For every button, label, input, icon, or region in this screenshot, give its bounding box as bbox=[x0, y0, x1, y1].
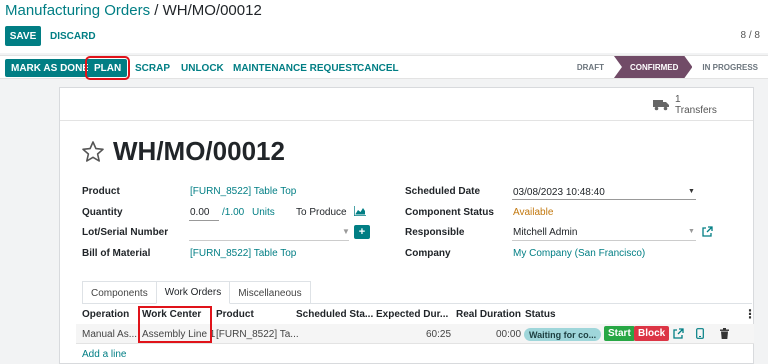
breadcrumb-separator: / bbox=[150, 2, 163, 19]
start-button[interactable]: Start bbox=[604, 326, 635, 341]
scheduled-date-label: Scheduled Date bbox=[405, 186, 481, 197]
lot-input[interactable] bbox=[189, 240, 349, 241]
stage-confirmed[interactable]: CONFIRMED bbox=[614, 56, 692, 78]
bom-value[interactable]: [FURN_8522] Table Top bbox=[190, 248, 296, 259]
lot-label: Lot/Serial Number bbox=[82, 227, 169, 238]
dropdown-caret-icon[interactable]: ▼ bbox=[342, 227, 350, 236]
col-scheduled-start[interactable]: Scheduled Sta... bbox=[296, 309, 373, 320]
quantity-underline bbox=[189, 220, 219, 221]
dropdown-caret-icon[interactable]: ▼ bbox=[688, 188, 695, 195]
bom-label: Bill of Material bbox=[82, 248, 151, 259]
notebook-tabs: Components Work Orders Miscellaneous bbox=[82, 281, 311, 304]
company-label: Company bbox=[405, 248, 451, 259]
plus-square-icon[interactable]: + bbox=[354, 225, 370, 239]
control-panel: Manufacturing Orders / WH/MO/00012 SAVE … bbox=[0, 0, 768, 53]
pager[interactable]: 8 / 8 bbox=[741, 30, 760, 41]
button-box: 1 Transfers bbox=[60, 88, 753, 121]
transfers-text: 1 Transfers bbox=[675, 94, 717, 116]
scheduled-date-underline bbox=[512, 199, 696, 200]
cell-real-duration: 00:00 bbox=[496, 329, 522, 340]
quantity-unit: Units bbox=[252, 207, 275, 218]
scheduled-date-input[interactable]: 03/08/2023 10:48:40 bbox=[513, 187, 605, 198]
discard-button[interactable]: DISCARD bbox=[50, 26, 96, 46]
responsible-underline bbox=[512, 240, 696, 241]
title-row: WH/MO/00012 bbox=[81, 136, 285, 167]
col-real-duration[interactable]: Real Duration bbox=[456, 309, 521, 320]
cell-product: [FURN_8522] Ta... bbox=[216, 329, 299, 340]
phone-icon[interactable] bbox=[696, 328, 704, 339]
external-link-icon[interactable] bbox=[702, 226, 713, 237]
action-bar: MARK AS DONE PLAN SCRAP UNLOCK MAINTENAN… bbox=[0, 55, 768, 80]
page-title: WH/MO/00012 bbox=[113, 136, 285, 166]
responsible-input[interactable]: Mitchell Admin bbox=[513, 227, 577, 238]
col-product[interactable]: Product bbox=[216, 309, 254, 320]
add-line-link[interactable]: Add a line bbox=[82, 349, 126, 360]
quantity-label: Quantity bbox=[82, 207, 123, 218]
transfers-label: Transfers bbox=[675, 105, 717, 116]
status-bar: DRAFT CONFIRMED IN PROGRESS bbox=[567, 56, 768, 78]
responsible-label: Responsible bbox=[405, 227, 465, 238]
quantity-total: /1.00 bbox=[222, 207, 245, 218]
breadcrumb: Manufacturing Orders / WH/MO/00012 bbox=[5, 2, 262, 19]
col-status[interactable]: Status bbox=[525, 309, 556, 320]
product-label: Product bbox=[82, 186, 120, 197]
product-value[interactable]: [FURN_8522] Table Top bbox=[190, 186, 296, 197]
tab-components[interactable]: Components bbox=[82, 281, 157, 304]
breadcrumb-current: WH/MO/00012 bbox=[162, 2, 262, 19]
external-link-icon[interactable] bbox=[673, 328, 684, 339]
work-center-highlight bbox=[138, 306, 212, 343]
stage-in-progress[interactable]: IN PROGRESS bbox=[692, 56, 768, 78]
maintenance-request-button[interactable]: MAINTENANCE REQUEST bbox=[233, 59, 358, 77]
col-expected-duration[interactable]: Expected Dur... bbox=[376, 309, 448, 320]
kebab-icon[interactable]: ⋮ bbox=[744, 307, 756, 321]
unlock-button[interactable]: UNLOCK bbox=[181, 59, 224, 77]
form-sheet: 1 Transfers WH/MO/00012 Product [FURN_85… bbox=[59, 87, 756, 364]
cell-expected-duration: 60:25 bbox=[426, 329, 452, 340]
star-icon[interactable] bbox=[81, 140, 105, 164]
stage-draft[interactable]: DRAFT bbox=[567, 56, 614, 78]
status-badge: Waiting for co... bbox=[524, 328, 602, 341]
cell-operation: Manual As... bbox=[82, 329, 138, 340]
transfers-count: 1 bbox=[675, 94, 681, 105]
tab-miscellaneous[interactable]: Miscellaneous bbox=[229, 281, 311, 304]
tab-work-orders[interactable]: Work Orders bbox=[155, 281, 231, 304]
trash-icon[interactable] bbox=[720, 328, 729, 339]
chart-icon[interactable] bbox=[354, 206, 366, 216]
quantity-input[interactable]: 0.00 bbox=[190, 207, 209, 218]
mark-as-done-button[interactable]: MARK AS DONE bbox=[5, 59, 95, 77]
breadcrumb-parent[interactable]: Manufacturing Orders bbox=[5, 2, 150, 19]
plan-button[interactable]: PLAN bbox=[84, 56, 131, 80]
company-value[interactable]: My Company (San Francisco) bbox=[513, 248, 645, 259]
to-produce-label: To Produce bbox=[296, 207, 347, 218]
scrap-button[interactable]: SCRAP bbox=[135, 59, 170, 77]
transfers-smart-button[interactable]: 1 Transfers bbox=[653, 92, 725, 118]
col-operation[interactable]: Operation bbox=[82, 309, 129, 320]
truck-icon bbox=[653, 100, 669, 111]
save-button[interactable]: SAVE bbox=[5, 26, 41, 46]
block-button[interactable]: Block bbox=[634, 326, 670, 341]
component-status-label: Component Status bbox=[405, 207, 494, 218]
cancel-button[interactable]: CANCEL bbox=[357, 59, 399, 77]
dropdown-caret-icon[interactable]: ▼ bbox=[688, 228, 695, 235]
component-status-value: Available bbox=[513, 207, 554, 218]
